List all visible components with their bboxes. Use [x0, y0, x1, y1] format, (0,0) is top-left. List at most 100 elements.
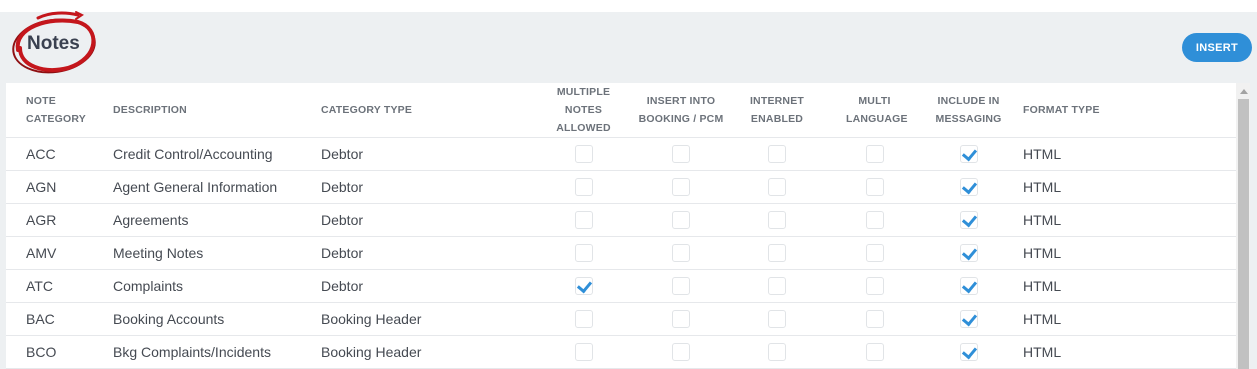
multi-language-checkbox[interactable]	[865, 178, 884, 197]
page-title: Notes	[27, 33, 80, 54]
multi-language-checkbox-cell	[826, 203, 923, 237]
insert-into-booking-checkbox-cell	[634, 203, 728, 237]
multi-language-checkbox-cell	[826, 302, 923, 336]
multi-language-checkbox-cell	[826, 137, 923, 171]
internet-enabled-checkbox-cell	[728, 203, 826, 237]
include-in-messaging-checkbox-cell	[923, 335, 1014, 369]
insert-button[interactable]: INSERT	[1182, 33, 1252, 62]
insert-into-booking-checkbox-cell	[634, 137, 728, 171]
include-in-messaging-checkbox[interactable]	[959, 145, 978, 164]
table-row[interactable]: AMV Meeting Notes Debtor HTML	[6, 236, 1236, 270]
column-header-note-category[interactable]: NOTE CATEGORY	[6, 83, 107, 138]
internet-enabled-checkbox[interactable]	[768, 178, 786, 197]
multiple-notes-checkbox-cell	[533, 269, 634, 303]
insert-into-booking-checkbox[interactable]	[672, 244, 690, 263]
multi-language-checkbox[interactable]	[865, 211, 884, 230]
multiple-notes-checkbox-cell	[533, 137, 634, 171]
table-row[interactable]: ACC Credit Control/Accounting Debtor HTML	[6, 137, 1236, 171]
notes-table-card: NOTE CATEGORY DESCRIPTION CATEGORY TYPE …	[6, 83, 1236, 369]
include-in-messaging-checkbox[interactable]	[959, 310, 978, 329]
format-type-cell: HTML	[1014, 269, 1236, 303]
multiple-notes-checkbox[interactable]	[574, 178, 593, 197]
insert-into-booking-checkbox[interactable]	[672, 343, 690, 362]
insert-into-booking-checkbox[interactable]	[672, 178, 690, 197]
column-header-multi-language[interactable]: MULTI LANGUAGE	[826, 83, 923, 138]
multiple-notes-checkbox[interactable]	[574, 310, 593, 329]
multi-language-checkbox-cell	[826, 335, 923, 369]
table-row[interactable]: AGR Agreements Debtor HTML	[6, 203, 1236, 237]
insert-into-booking-checkbox[interactable]	[672, 277, 690, 296]
note-category-cell: AMV	[6, 236, 107, 270]
include-in-messaging-checkbox-cell	[923, 269, 1014, 303]
scroll-up-arrow-icon[interactable]	[1240, 89, 1248, 94]
format-type-cell: HTML	[1014, 203, 1236, 237]
insert-into-booking-checkbox[interactable]	[672, 211, 690, 230]
description-cell: Meeting Notes	[107, 236, 315, 270]
multiple-notes-checkbox[interactable]	[574, 244, 593, 263]
description-cell: Booking Accounts	[107, 302, 315, 336]
note-category-cell: BCO	[6, 335, 107, 369]
description-cell: Agent General Information	[107, 170, 315, 204]
internet-enabled-checkbox[interactable]	[768, 310, 786, 329]
note-category-cell: BAC	[6, 302, 107, 336]
scrollbar-thumb[interactable]	[1238, 99, 1249, 369]
multi-language-checkbox[interactable]	[865, 277, 884, 296]
multi-language-checkbox[interactable]	[865, 244, 884, 263]
format-type-cell: HTML	[1014, 302, 1236, 336]
format-type-cell: HTML	[1014, 236, 1236, 270]
internet-enabled-checkbox-cell	[728, 170, 826, 204]
include-in-messaging-checkbox-cell	[923, 302, 1014, 336]
internet-enabled-checkbox-cell	[728, 335, 826, 369]
column-header-format-type[interactable]: FORMAT TYPE	[1014, 83, 1236, 138]
table-row[interactable]: BCO Bkg Complaints/Incidents Booking Heade…	[6, 335, 1236, 369]
include-in-messaging-checkbox-cell	[923, 236, 1014, 270]
multiple-notes-checkbox-cell	[533, 203, 634, 237]
category-type-cell: Debtor	[315, 137, 533, 171]
include-in-messaging-checkbox[interactable]	[959, 343, 978, 362]
multi-language-checkbox[interactable]	[865, 145, 884, 164]
column-header-description[interactable]: DESCRIPTION	[107, 83, 315, 138]
include-in-messaging-checkbox[interactable]	[959, 277, 978, 296]
internet-enabled-checkbox[interactable]	[768, 244, 786, 263]
column-header-label: DESCRIPTION	[113, 104, 187, 116]
multi-language-checkbox-cell	[826, 269, 923, 303]
column-header-label: NOTE CATEGORY	[26, 95, 86, 125]
internet-enabled-checkbox[interactable]	[768, 145, 786, 164]
multi-language-checkbox-cell	[826, 170, 923, 204]
column-header-multiple-notes[interactable]: MULTIPLE NOTES ALLOWED	[533, 83, 634, 138]
page-header: Notes	[8, 10, 100, 76]
column-header-label: CATEGORY TYPE	[321, 104, 413, 116]
include-in-messaging-checkbox-cell	[923, 203, 1014, 237]
multi-language-checkbox[interactable]	[865, 310, 884, 329]
insert-into-booking-checkbox[interactable]	[672, 310, 690, 329]
multiple-notes-checkbox[interactable]	[574, 211, 593, 230]
category-type-cell: Debtor	[315, 269, 533, 303]
multi-language-checkbox[interactable]	[865, 343, 884, 362]
multiple-notes-checkbox[interactable]	[574, 145, 593, 164]
include-in-messaging-checkbox[interactable]	[959, 244, 978, 263]
multiple-notes-checkbox-cell	[533, 236, 634, 270]
insert-into-booking-checkbox-cell	[634, 170, 728, 204]
description-cell: Agreements	[107, 203, 315, 237]
column-header-internet-enabled[interactable]: INTERNET ENABLED	[728, 83, 826, 138]
table-row[interactable]: AGN Agent General Information Debtor HTML	[6, 170, 1236, 204]
include-in-messaging-checkbox[interactable]	[959, 211, 978, 230]
column-header-label: FORMAT TYPE	[1023, 104, 1100, 116]
internet-enabled-checkbox-cell	[728, 236, 826, 270]
table-body: ACC Credit Control/Accounting Debtor HTML AG…	[6, 137, 1236, 369]
include-in-messaging-checkbox[interactable]	[959, 178, 978, 197]
category-type-cell: Booking Header	[315, 335, 533, 369]
table-row[interactable]: BAC Booking Accounts Booking Header HTML	[6, 302, 1236, 336]
table-row[interactable]: ATC Complaints Debtor HTML	[6, 269, 1236, 303]
internet-enabled-checkbox[interactable]	[768, 343, 786, 362]
column-header-include-in-messaging[interactable]: INCLUDE IN MESSAGING	[923, 83, 1014, 138]
format-type-cell: HTML	[1014, 137, 1236, 171]
internet-enabled-checkbox[interactable]	[768, 211, 786, 230]
multiple-notes-checkbox[interactable]	[574, 277, 593, 296]
multiple-notes-checkbox[interactable]	[574, 343, 593, 362]
internet-enabled-checkbox[interactable]	[768, 277, 786, 296]
format-type-cell: HTML	[1014, 170, 1236, 204]
column-header-insert-into-booking[interactable]: INSERT INTO BOOKING / PCM	[634, 83, 728, 138]
column-header-category-type[interactable]: CATEGORY TYPE	[315, 83, 533, 138]
insert-into-booking-checkbox[interactable]	[672, 145, 690, 164]
